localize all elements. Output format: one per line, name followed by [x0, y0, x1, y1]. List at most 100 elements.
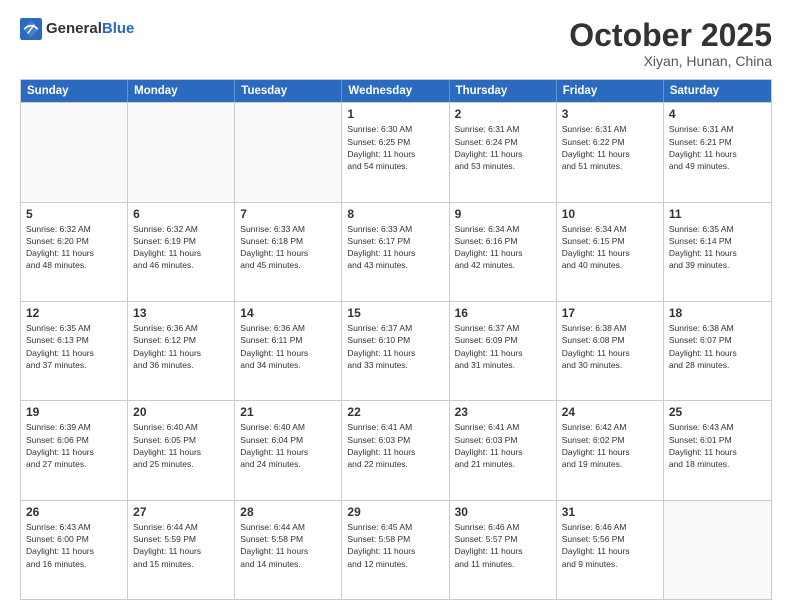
cell-daylight: and 51 minutes. [562, 160, 658, 172]
calendar-row-0: 1Sunrise: 6:30 AMSunset: 6:25 PMDaylight… [21, 102, 771, 201]
cell-sunset: Sunset: 6:03 PM [455, 434, 551, 446]
calendar-cell: 15Sunrise: 6:37 AMSunset: 6:10 PMDayligh… [342, 302, 449, 400]
cell-sunset: Sunset: 6:18 PM [240, 235, 336, 247]
calendar-cell: 11Sunrise: 6:35 AMSunset: 6:14 PMDayligh… [664, 203, 771, 301]
cell-sunset: Sunset: 5:56 PM [562, 533, 658, 545]
cell-sunset: Sunset: 6:21 PM [669, 136, 766, 148]
cell-sunset: Sunset: 6:09 PM [455, 334, 551, 346]
calendar-cell: 9Sunrise: 6:34 AMSunset: 6:16 PMDaylight… [450, 203, 557, 301]
calendar-cell: 26Sunrise: 6:43 AMSunset: 6:00 PMDayligh… [21, 501, 128, 599]
cell-day-number: 26 [26, 505, 122, 519]
calendar-cell [21, 103, 128, 201]
calendar-body: 1Sunrise: 6:30 AMSunset: 6:25 PMDaylight… [21, 102, 771, 599]
cell-daylight: Daylight: 11 hours [133, 247, 229, 259]
cell-daylight: and 45 minutes. [240, 259, 336, 271]
cell-sunrise: Sunrise: 6:41 AM [347, 421, 443, 433]
cell-daylight: Daylight: 11 hours [669, 347, 766, 359]
cell-daylight: and 48 minutes. [26, 259, 122, 271]
cell-daylight: Daylight: 11 hours [455, 446, 551, 458]
cell-sunrise: Sunrise: 6:44 AM [240, 521, 336, 533]
cell-daylight: and 22 minutes. [347, 458, 443, 470]
cell-daylight: Daylight: 11 hours [26, 446, 122, 458]
calendar-cell [664, 501, 771, 599]
calendar-cell: 18Sunrise: 6:38 AMSunset: 6:07 PMDayligh… [664, 302, 771, 400]
calendar-cell: 8Sunrise: 6:33 AMSunset: 6:17 PMDaylight… [342, 203, 449, 301]
calendar-cell: 3Sunrise: 6:31 AMSunset: 6:22 PMDaylight… [557, 103, 664, 201]
cell-sunrise: Sunrise: 6:38 AM [562, 322, 658, 334]
cell-daylight: and 40 minutes. [562, 259, 658, 271]
calendar-cell: 16Sunrise: 6:37 AMSunset: 6:09 PMDayligh… [450, 302, 557, 400]
cell-day-number: 22 [347, 405, 443, 419]
cell-sunset: Sunset: 6:03 PM [347, 434, 443, 446]
cell-sunrise: Sunrise: 6:38 AM [669, 322, 766, 334]
cell-sunset: Sunset: 6:22 PM [562, 136, 658, 148]
cell-daylight: and 14 minutes. [240, 558, 336, 570]
cell-sunrise: Sunrise: 6:34 AM [562, 223, 658, 235]
cell-daylight: Daylight: 11 hours [455, 545, 551, 557]
calendar-header: SundayMondayTuesdayWednesdayThursdayFrid… [21, 80, 771, 102]
cell-sunrise: Sunrise: 6:33 AM [240, 223, 336, 235]
cell-daylight: Daylight: 11 hours [562, 247, 658, 259]
title-block: October 2025 Xiyan, Hunan, China [569, 18, 772, 69]
cell-sunrise: Sunrise: 6:46 AM [562, 521, 658, 533]
cell-sunset: Sunset: 5:57 PM [455, 533, 551, 545]
calendar-cell: 24Sunrise: 6:42 AMSunset: 6:02 PMDayligh… [557, 401, 664, 499]
calendar-cell: 30Sunrise: 6:46 AMSunset: 5:57 PMDayligh… [450, 501, 557, 599]
cell-daylight: Daylight: 11 hours [455, 148, 551, 160]
calendar-cell: 14Sunrise: 6:36 AMSunset: 6:11 PMDayligh… [235, 302, 342, 400]
cell-day-number: 16 [455, 306, 551, 320]
cell-daylight: and 25 minutes. [133, 458, 229, 470]
cell-sunset: Sunset: 6:02 PM [562, 434, 658, 446]
cell-day-number: 24 [562, 405, 658, 419]
cell-sunset: Sunset: 6:07 PM [669, 334, 766, 346]
cell-sunrise: Sunrise: 6:40 AM [240, 421, 336, 433]
cell-day-number: 1 [347, 107, 443, 121]
cell-daylight: and 21 minutes. [455, 458, 551, 470]
calendar-cell: 17Sunrise: 6:38 AMSunset: 6:08 PMDayligh… [557, 302, 664, 400]
calendar-row-4: 26Sunrise: 6:43 AMSunset: 6:00 PMDayligh… [21, 500, 771, 599]
calendar-cell: 23Sunrise: 6:41 AMSunset: 6:03 PMDayligh… [450, 401, 557, 499]
cell-sunrise: Sunrise: 6:31 AM [562, 123, 658, 135]
cell-day-number: 30 [455, 505, 551, 519]
calendar-cell: 25Sunrise: 6:43 AMSunset: 6:01 PMDayligh… [664, 401, 771, 499]
cell-day-number: 31 [562, 505, 658, 519]
cell-sunset: Sunset: 6:13 PM [26, 334, 122, 346]
cell-daylight: Daylight: 11 hours [455, 247, 551, 259]
cell-daylight: and 19 minutes. [562, 458, 658, 470]
cell-day-number: 6 [133, 207, 229, 221]
cell-sunset: Sunset: 6:10 PM [347, 334, 443, 346]
cell-day-number: 17 [562, 306, 658, 320]
cell-daylight: and 46 minutes. [133, 259, 229, 271]
cell-daylight: and 30 minutes. [562, 359, 658, 371]
cell-day-number: 27 [133, 505, 229, 519]
cell-day-number: 9 [455, 207, 551, 221]
calendar-cell: 6Sunrise: 6:32 AMSunset: 6:19 PMDaylight… [128, 203, 235, 301]
cell-sunset: Sunset: 6:05 PM [133, 434, 229, 446]
cell-sunset: Sunset: 6:24 PM [455, 136, 551, 148]
calendar-cell [128, 103, 235, 201]
weekday-header-tuesday: Tuesday [235, 80, 342, 102]
cell-sunrise: Sunrise: 6:44 AM [133, 521, 229, 533]
cell-sunrise: Sunrise: 6:35 AM [669, 223, 766, 235]
cell-sunrise: Sunrise: 6:32 AM [26, 223, 122, 235]
weekday-header-monday: Monday [128, 80, 235, 102]
cell-sunset: Sunset: 6:08 PM [562, 334, 658, 346]
calendar-cell: 29Sunrise: 6:45 AMSunset: 5:58 PMDayligh… [342, 501, 449, 599]
weekday-header-saturday: Saturday [664, 80, 771, 102]
cell-day-number: 14 [240, 306, 336, 320]
header: GeneralBlue October 2025 Xiyan, Hunan, C… [20, 18, 772, 69]
calendar-cell: 20Sunrise: 6:40 AMSunset: 6:05 PMDayligh… [128, 401, 235, 499]
cell-sunset: Sunset: 6:17 PM [347, 235, 443, 247]
cell-sunset: Sunset: 6:20 PM [26, 235, 122, 247]
calendar-cell: 12Sunrise: 6:35 AMSunset: 6:13 PMDayligh… [21, 302, 128, 400]
weekday-header-wednesday: Wednesday [342, 80, 449, 102]
logo-icon [20, 18, 42, 40]
cell-sunset: Sunset: 6:00 PM [26, 533, 122, 545]
cell-daylight: Daylight: 11 hours [240, 347, 336, 359]
cell-daylight: and 54 minutes. [347, 160, 443, 172]
cell-daylight: Daylight: 11 hours [347, 247, 443, 259]
calendar-cell: 13Sunrise: 6:36 AMSunset: 6:12 PMDayligh… [128, 302, 235, 400]
cell-daylight: Daylight: 11 hours [669, 446, 766, 458]
cell-sunrise: Sunrise: 6:42 AM [562, 421, 658, 433]
weekday-header-friday: Friday [557, 80, 664, 102]
